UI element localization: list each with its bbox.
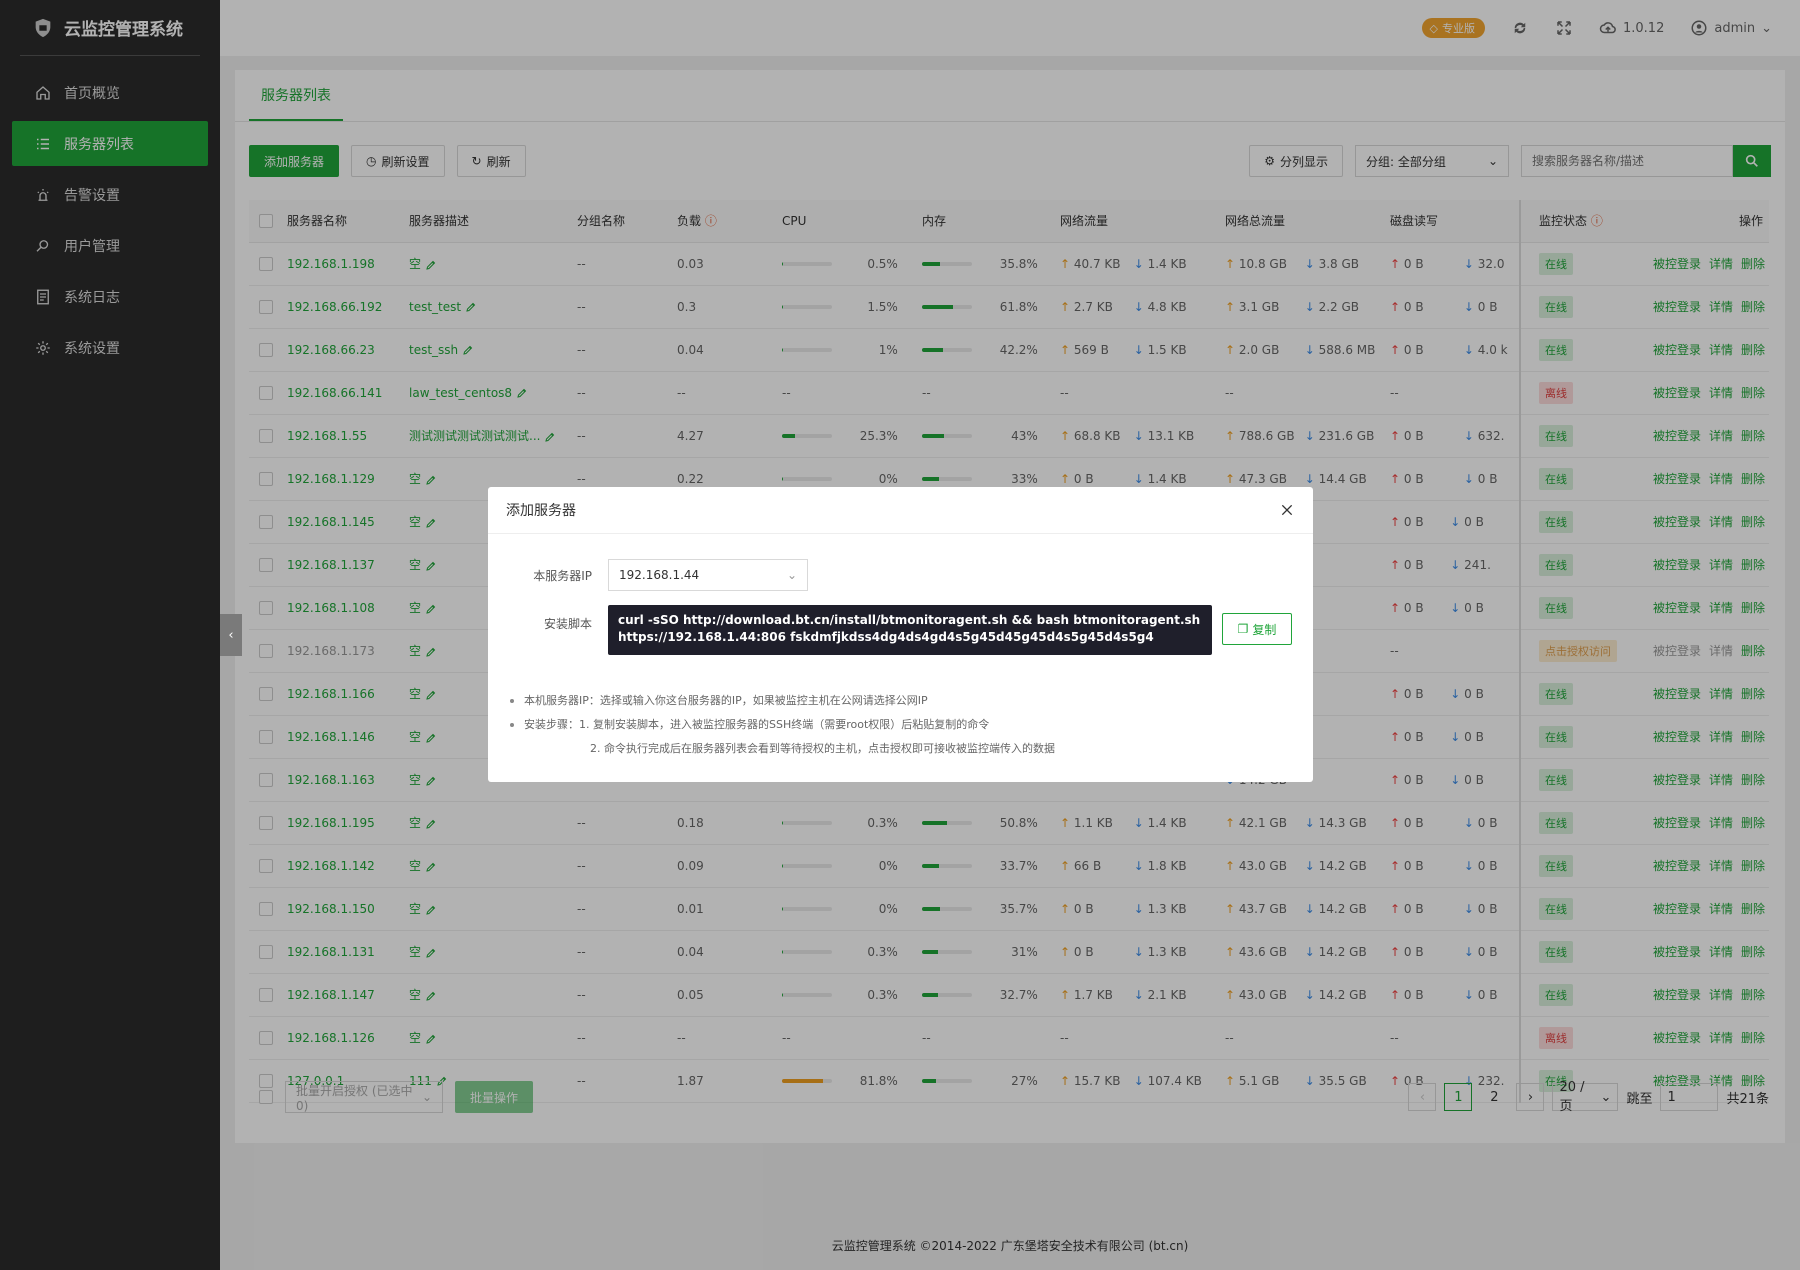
install-script[interactable]: curl -sSO http://download.bt.cn/install/… (608, 605, 1212, 655)
ip-value: 192.168.1.44 (619, 568, 700, 582)
add-server-modal: 添加服务器 本服务器IP 192.168.1.44 ⌄ 安装脚本 curl -s… (488, 487, 1313, 782)
copy-label: 复制 (1252, 622, 1277, 637)
script-line-1: curl -sSO http://download.bt.cn/install/… (618, 613, 1201, 627)
copy-icon: ❐ (1237, 622, 1249, 636)
modal-title: 添加服务器 (506, 503, 576, 519)
script-label: 安装脚本 (543, 617, 592, 631)
tip-item: 2. 命令执行完成后在服务器列表会看到等待授权的主机，点击授权即可接收被监控端传… (590, 742, 1055, 755)
script-row: 安装脚本 curl -sSO http://download.bt.cn/ins… (508, 605, 1313, 655)
tips-list: 本机服务器IP：选择或输入你这台服务器的IP，如果被监控主机在公网请选择公网IP… (508, 689, 1313, 761)
close-icon[interactable] (1279, 502, 1295, 518)
chevron-down-icon: ⌄ (786, 568, 797, 582)
tip-item: 本机服务器IP：选择或输入你这台服务器的IP，如果被监控主机在公网请选择公网IP (508, 689, 1313, 713)
script-line-2: https://192.168.1.44:806 fskdmfjkdss4dg4… (618, 630, 1154, 644)
tip-item: 安装步骤：1. 复制安装脚本，进入被监控服务器的SSH终端（需要root权限）后… (508, 713, 1313, 737)
ip-select[interactable]: 192.168.1.44 ⌄ (608, 559, 808, 591)
modal-header: 添加服务器 (488, 487, 1313, 534)
ip-row: 本服务器IP 192.168.1.44 ⌄ (508, 559, 1313, 591)
sidebar-collapse-button[interactable]: ‹ (220, 614, 242, 656)
copy-button[interactable]: ❐ 复制 (1222, 613, 1292, 645)
ip-label: 本服务器IP (533, 568, 592, 583)
chevron-left-icon: ‹ (228, 627, 234, 643)
